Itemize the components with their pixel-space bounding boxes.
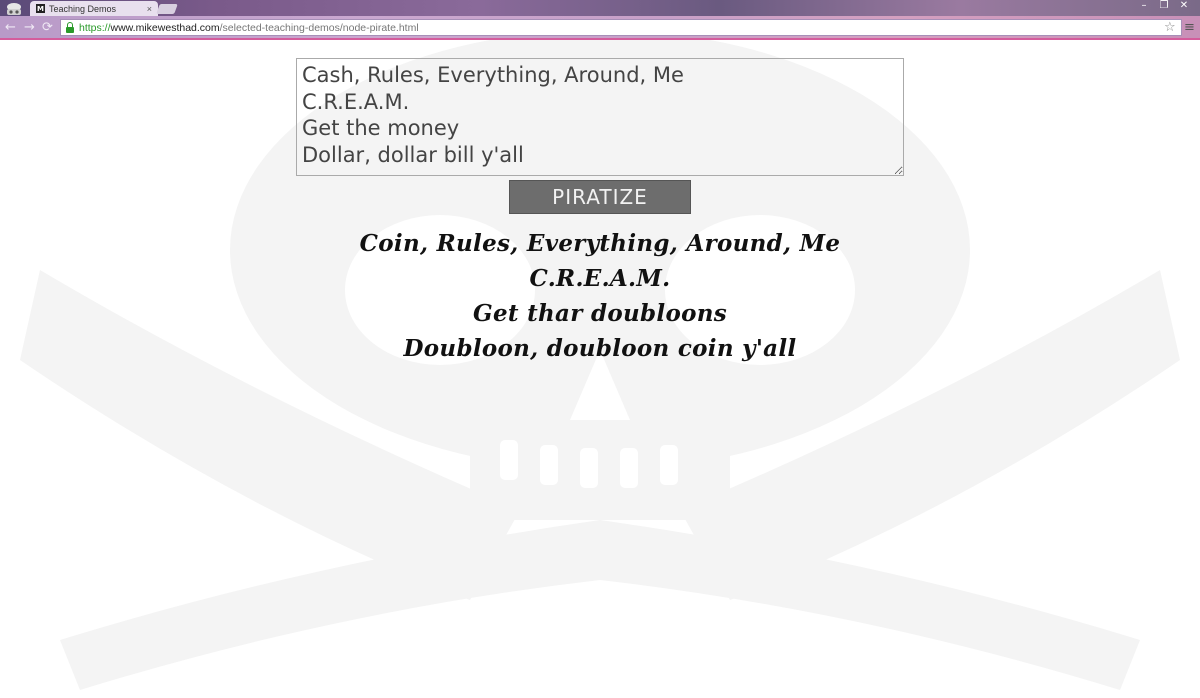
back-arrow-icon[interactable]: ←	[5, 20, 16, 36]
site-favicon-icon: M	[36, 4, 45, 13]
browser-menu-icon[interactable]: ≡	[1184, 20, 1195, 36]
new-tab-button[interactable]	[156, 4, 178, 14]
output-line: C.R.E.A.M.	[529, 265, 671, 292]
piratize-button[interactable]: PIRATIZE	[509, 180, 691, 214]
forward-arrow-icon[interactable]: →	[24, 20, 35, 36]
url-host: www.mikewesthad.com	[110, 21, 220, 34]
lock-icon	[65, 22, 75, 33]
tab-close-icon[interactable]: ×	[147, 4, 152, 14]
output-line: Coin, Rules, Everything, Around, Me	[359, 230, 841, 257]
restore-icon[interactable]: ❐	[1154, 0, 1174, 12]
address-bar[interactable]: https://www.mikewesthad.com/selected-tea…	[60, 19, 1182, 36]
output-line: Get thar doubloons	[473, 300, 727, 327]
output-line: Doubloon, doubloon coin y'all	[403, 335, 797, 362]
minimize-icon[interactable]: –	[1134, 0, 1154, 12]
incognito-avatar-icon[interactable]	[3, 1, 25, 17]
page-content: Cash, Rules, Everything, Around, Me C.R.…	[0, 40, 1200, 698]
browser-titlebar	[0, 0, 1200, 16]
close-window-icon[interactable]: ✕	[1174, 0, 1194, 12]
tab-title: Teaching Demos	[49, 3, 117, 14]
window-controls: – ❐ ✕	[1134, 0, 1194, 12]
pirate-output: Coin, Rules, Everything, Around, Me C.R.…	[0, 226, 1200, 366]
tab-teaching-demos[interactable]: M Teaching Demos ×	[30, 1, 158, 16]
lyrics-textarea[interactable]: Cash, Rules, Everything, Around, Me C.R.…	[296, 58, 904, 176]
url-text: https://www.mikewesthad.com/selected-tea…	[79, 22, 419, 34]
reload-icon[interactable]: ⟳	[42, 20, 53, 36]
url-scheme: https://	[79, 21, 111, 34]
bookmark-star-icon[interactable]: ☆	[1164, 20, 1176, 36]
url-path: /selected-teaching-demos/node-pirate.htm…	[219, 21, 419, 34]
